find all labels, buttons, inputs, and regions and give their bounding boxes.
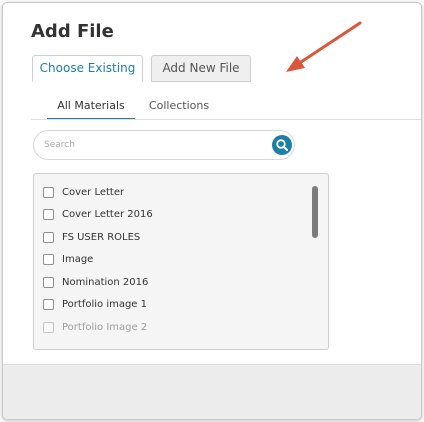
- arrow-icon: [286, 21, 362, 72]
